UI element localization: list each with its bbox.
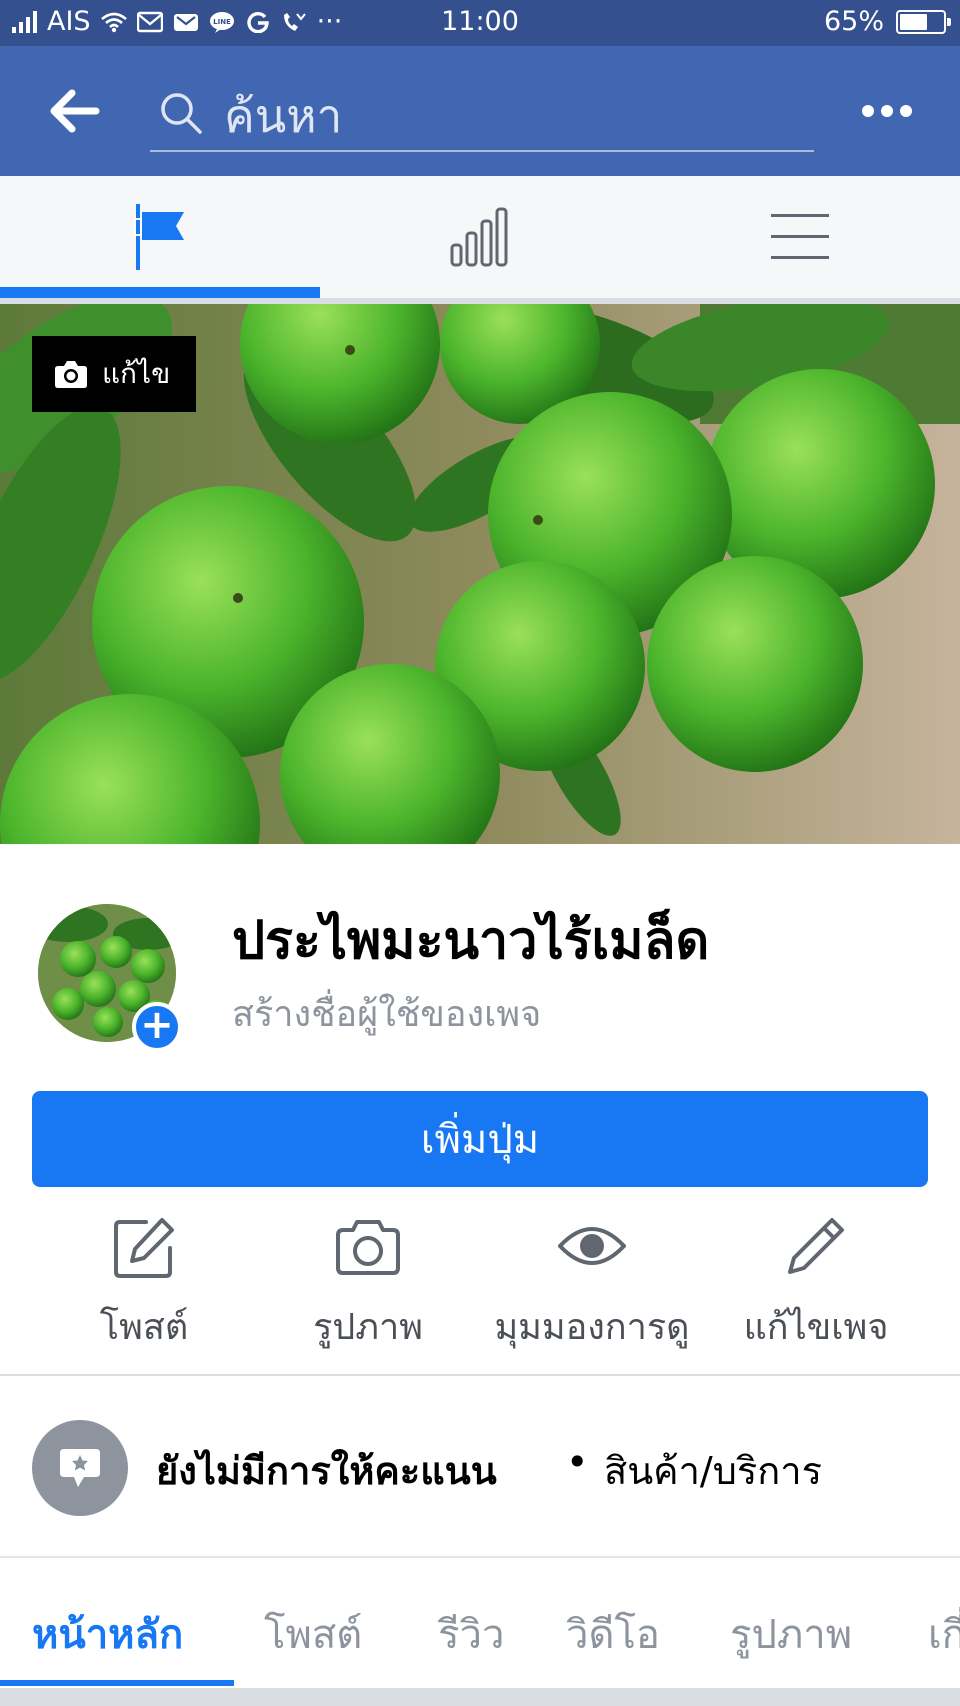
page-tabs: หน้าหลัก โพสต์ รีวิว วิดีโอ รูปภาพ เกี่ย…	[0, 1558, 960, 1688]
status-time: 11:00	[441, 6, 519, 37]
edit-page-action-label: แก้ไขเพจ	[743, 1307, 889, 1348]
search-placeholder: ค้นหา	[224, 89, 343, 143]
tab-about[interactable]: เกี่ยวกับ	[928, 1602, 960, 1666]
eye-icon	[558, 1227, 626, 1265]
tab-photos[interactable]: รูปภาพ	[730, 1602, 852, 1666]
active-tab-underline	[0, 1680, 234, 1686]
edit-cover-button[interactable]: แก้ไข	[32, 336, 196, 412]
post-action-button[interactable]: โพสต์	[24, 1208, 264, 1348]
review-bubble-icon	[32, 1420, 128, 1516]
bottom-divider	[0, 1688, 960, 1706]
more-dot	[881, 105, 893, 117]
page-top-nav	[0, 176, 960, 304]
camera-icon	[336, 1220, 400, 1275]
status-bar: AIS LINE ··· 11:00 65%	[0, 0, 960, 46]
tab-home[interactable]: หน้าหลัก	[32, 1602, 183, 1666]
page-category[interactable]: สินค้า/บริการ	[604, 1440, 822, 1501]
tab-reviews[interactable]: รีวิว	[438, 1602, 504, 1666]
page-actions: โพสต์ รูปภาพ มุมมองการดู แก้ไขเพจ	[0, 1208, 960, 1348]
more-dot	[900, 105, 912, 117]
photo-action-label: รูปภาพ	[313, 1307, 423, 1348]
add-profile-photo-plus-icon[interactable]: +	[132, 1002, 182, 1052]
tab-insights[interactable]	[320, 176, 640, 298]
post-action-label: โพสต์	[99, 1307, 189, 1348]
pencil-icon	[788, 1218, 844, 1274]
search-input[interactable]: ค้นหา	[150, 76, 814, 152]
view-as-action-button[interactable]: มุมมองการดู	[472, 1208, 712, 1348]
battery-level	[900, 13, 928, 30]
tab-videos[interactable]: วิดีโอ	[566, 1602, 660, 1666]
star-speech-icon	[60, 1449, 100, 1487]
tab-page[interactable]	[0, 176, 320, 298]
more-dot	[862, 105, 874, 117]
page-flag-icon	[134, 204, 184, 270]
view-as-action-label: มุมมองการดู	[494, 1307, 690, 1348]
tab-posts[interactable]: โพสต์	[264, 1602, 362, 1666]
camera-icon	[55, 361, 87, 388]
page-title: ประไพมะนาวไร้เมล็ด	[232, 911, 710, 971]
edit-cover-label: แก้ไข	[102, 357, 171, 390]
photo-action-button[interactable]: รูปภาพ	[248, 1208, 488, 1348]
rating-status: ยังไม่มีการให้คะแนน	[156, 1449, 497, 1493]
add-button[interactable]: เพิ่มปุ่ม	[32, 1091, 928, 1187]
active-tab-indicator	[0, 287, 320, 298]
edit-page-action-button[interactable]: แก้ไขเพจ	[696, 1208, 936, 1348]
battery-percent: 65%	[823, 6, 884, 37]
status-right: 65%	[823, 6, 951, 37]
rating-separator: •	[566, 1440, 589, 1484]
battery-icon	[896, 9, 951, 34]
search-header: ค้นหา	[0, 46, 960, 176]
tab-menu[interactable]	[640, 176, 960, 298]
compose-icon	[114, 1218, 174, 1278]
rating-row[interactable]: ยังไม่มีการให้คะแนน • สินค้า/บริการ	[0, 1376, 960, 1556]
more-options-button[interactable]	[862, 96, 912, 126]
back-arrow-icon[interactable]	[44, 86, 104, 136]
hamburger-menu-icon	[771, 214, 829, 259]
insights-bar-chart-icon	[450, 207, 508, 267]
search-icon	[161, 93, 202, 134]
create-username-link[interactable]: สร้างชื่อผู้ใช้ของเพจ	[232, 985, 541, 1042]
